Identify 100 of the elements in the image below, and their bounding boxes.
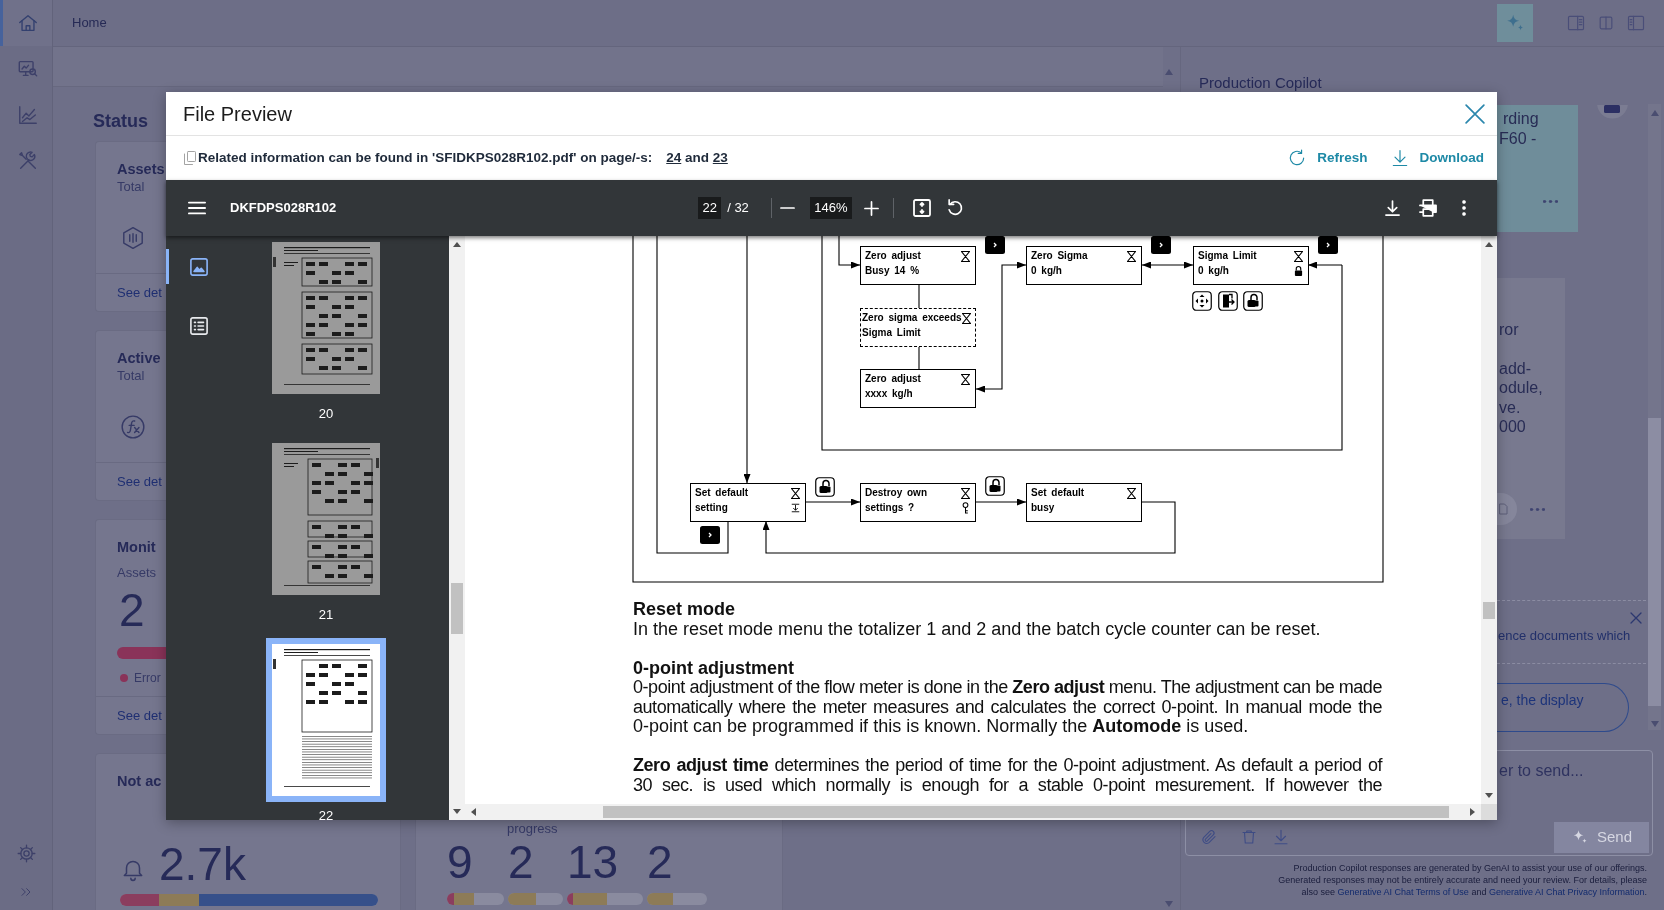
node-text: Zero adjust — [865, 372, 921, 386]
menu-icon — [188, 201, 206, 215]
function-icon — [120, 414, 146, 440]
zoom-in-button[interactable] — [861, 198, 882, 218]
close-button[interactable] — [1630, 612, 1643, 624]
documents-icon — [184, 151, 196, 165]
message-input[interactable]: er to send... — [1499, 760, 1639, 782]
monitor-search-icon — [16, 58, 39, 80]
hourglass-icon — [1294, 251, 1303, 262]
download-button[interactable] — [1382, 198, 1402, 218]
scrollbar-thumb[interactable] — [1648, 418, 1661, 706]
scroll-up-icon[interactable] — [1485, 242, 1493, 247]
scrollbar-thumb[interactable] — [1483, 602, 1495, 619]
hourglass-icon — [791, 488, 800, 499]
message-text: 000 — [1498, 417, 1526, 437]
scroll-down-icon[interactable] — [1485, 793, 1493, 798]
plus-icon — [864, 200, 880, 216]
printer-icon — [1419, 199, 1437, 217]
image-icon — [190, 257, 208, 276]
page-link[interactable]: 23 — [712, 149, 728, 165]
nav-button[interactable] — [0, 0, 52, 46]
home-icon — [16, 12, 39, 34]
node-text: Zero adjust — [865, 249, 921, 263]
list-icon — [190, 316, 208, 335]
download-button[interactable]: Download — [1389, 147, 1484, 169]
sidebar-tab[interactable] — [166, 249, 208, 284]
card-value: 13 — [567, 839, 619, 885]
padlock-icon — [1243, 291, 1263, 311]
card-title: Assets — [117, 160, 165, 178]
page-thumbnail[interactable] — [266, 638, 386, 802]
card-subtitle: Total — [117, 178, 145, 196]
node-text: Set default — [695, 486, 749, 500]
right-panel-icon — [1566, 13, 1586, 33]
page-number-field[interactable]: 22 — [698, 197, 722, 219]
disclaimer-text: Production Copilot responses are generated by GenAI to assist your use of our offerings. Generated responses may not be entirely accurate and need your review. For details, please also see Generative AI Chat Terms of Use and Generative AI Chat Privacy Information. — [1277, 862, 1648, 898]
related-info-text: Related information can be found in 'SFIDKPS028R102.pdf' on page/-s: 24 and 23 — [198, 148, 728, 167]
body-text: 0-point adjustment of the flow meter is done in the Zero adjust menu. The adjustment can be made automatically where the meter measures and calculates the correct 0-point. In manual mode the 0-point can be programmed if this is known. Normally the Automode is used. — [633, 678, 1382, 737]
see-details-link[interactable]: See det — [117, 471, 162, 492]
see-details-link[interactable]: See det — [117, 705, 162, 726]
fit-page-button[interactable] — [911, 198, 932, 218]
card-value: 2 — [508, 839, 534, 885]
hexagon-bars-icon — [120, 225, 146, 251]
section-heading: Reset mode — [633, 600, 736, 620]
node-text: Sigma Limit — [1198, 249, 1257, 263]
scroll-down-icon[interactable] — [453, 809, 461, 814]
node-text: Set default — [1031, 486, 1085, 500]
exit-icon — [1218, 291, 1238, 311]
card-subtitle: progress — [507, 822, 558, 836]
node-text: Destroy own — [865, 486, 927, 500]
scrollbar-thumb[interactable] — [451, 583, 463, 634]
page-number: 20 — [318, 406, 334, 421]
page-link[interactable]: 24 — [666, 149, 682, 165]
notice-text: ence documents which — [1497, 628, 1631, 643]
paperclip-icon — [1200, 828, 1218, 846]
delete-button[interactable] — [1240, 828, 1258, 846]
body-text: In the reset mode menu the totalizer 1 and 2 and the batch cycle counter can be reset. — [633, 619, 1322, 639]
breadcrumb-link[interactable]: Home — [72, 13, 107, 33]
chevron-key-icon — [700, 526, 720, 544]
hourglass-icon — [961, 251, 970, 262]
hourglass-icon — [961, 313, 971, 324]
tools-icon — [16, 150, 39, 172]
scrollbar-thumb[interactable] — [603, 806, 1449, 818]
page-number: 21 — [318, 607, 334, 622]
more-icon — [1543, 200, 1558, 203]
fit-page-icon — [912, 199, 931, 217]
minus-icon — [780, 207, 796, 209]
close-button[interactable] — [1465, 103, 1485, 124]
node-text: settings ? — [865, 500, 915, 515]
scroll-up-icon[interactable] — [453, 242, 461, 247]
padlock-icon — [985, 476, 1005, 496]
page-number: 22 — [318, 808, 334, 820]
send-button[interactable]: Send — [1554, 821, 1649, 853]
copilot-button[interactable] — [1497, 4, 1533, 42]
card-title: Not ac — [117, 772, 162, 790]
card-subtitle: Assets — [117, 564, 156, 582]
see-details-link[interactable]: See det — [117, 282, 162, 303]
node-text: Sigma Limit — [862, 325, 921, 340]
zoom-level-field[interactable]: 146% — [809, 197, 852, 219]
scroll-left-icon[interactable] — [471, 808, 476, 816]
card-value: 9 — [447, 839, 473, 885]
more-icon — [1530, 507, 1545, 511]
message-text: odule, — [1498, 378, 1543, 398]
hourglass-icon — [1127, 488, 1136, 499]
scroll-right-icon[interactable] — [1470, 808, 1475, 816]
legend-label: Error — [134, 670, 161, 687]
policy-link[interactable]: Generative AI Chat Terms of Use — [1337, 887, 1469, 897]
print-button[interactable] — [1418, 198, 1438, 218]
four-arrows-icon — [1192, 291, 1212, 311]
card-value: 2 — [647, 839, 673, 885]
panel-title: Production Copilot — [1199, 74, 1322, 92]
card-title: Monit — [117, 538, 156, 556]
message-text: ror — [1498, 320, 1519, 340]
left-panel-icon — [1626, 13, 1646, 33]
lock-icon — [1294, 265, 1303, 277]
line-chart-icon — [16, 104, 39, 126]
avatar-icon — [1597, 105, 1628, 119]
node-text: Zero sigma exceeds — [862, 311, 962, 325]
document-button[interactable] — [1497, 493, 1517, 525]
refresh-button[interactable]: Refresh — [1287, 147, 1368, 169]
attach-button[interactable] — [1200, 828, 1218, 846]
